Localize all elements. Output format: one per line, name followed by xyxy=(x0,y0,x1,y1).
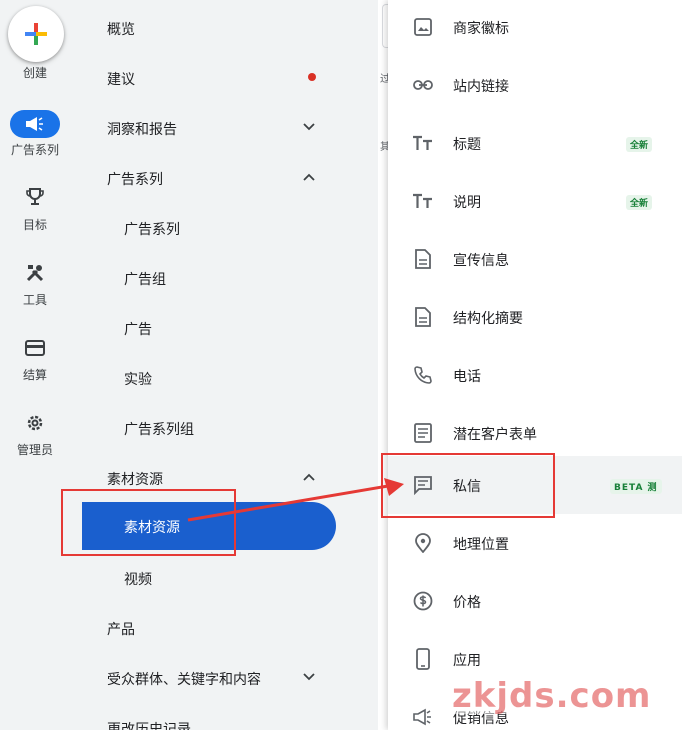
nav-item-campaign-groups[interactable]: 广告系列组 xyxy=(70,402,386,452)
nav-item-label: 广告系列组 xyxy=(124,422,194,438)
menu-item-calls[interactable]: 电话 xyxy=(388,346,682,404)
beta-badge: BETA 测 xyxy=(610,479,662,494)
menu-item-sitelinks[interactable]: 站内链接 xyxy=(388,56,682,114)
megaphone-icon xyxy=(26,117,43,131)
menu-item-label: 电话 xyxy=(453,369,481,385)
menu-item-label: 潜在客户表单 xyxy=(453,427,537,443)
text-icon xyxy=(412,190,434,212)
link-icon xyxy=(412,74,434,96)
nav-item-label: 产品 xyxy=(107,622,135,638)
document-icon xyxy=(412,306,434,328)
promotion-icon xyxy=(412,706,434,728)
nav-item-insights-reports[interactable]: 洞察和报告 xyxy=(70,102,386,152)
nav-item-label: 更改历史记录 xyxy=(107,722,191,730)
rail-item-billing[interactable] xyxy=(22,337,48,359)
nav-item-label: 概览 xyxy=(107,22,135,38)
mobile-icon xyxy=(412,648,434,670)
nav-item-label: 实验 xyxy=(124,372,152,388)
nav-item-videos[interactable]: 视频 xyxy=(70,552,386,602)
nav-item-recommendations[interactable]: 建议 xyxy=(70,52,386,102)
menu-item-label: 地理位置 xyxy=(453,537,509,553)
nav-item-ad-groups[interactable]: 广告组 xyxy=(70,252,386,302)
nav-item-campaigns-group[interactable]: 广告系列 xyxy=(70,152,386,202)
tools-icon xyxy=(26,265,44,282)
rail-label-campaigns: 广告系列 xyxy=(10,143,59,157)
plus-icon xyxy=(25,23,47,45)
trophy-icon xyxy=(26,188,44,205)
nav-item-overview[interactable]: 概览 xyxy=(70,2,386,52)
menu-item-callouts[interactable]: 宣传信息 xyxy=(388,230,682,288)
menu-item-label: 应用 xyxy=(453,653,481,669)
gear-icon xyxy=(27,415,43,431)
nav-item-label: 素材资源 xyxy=(107,472,163,488)
rail-item-admin[interactable] xyxy=(22,412,48,434)
new-badge: 全新 xyxy=(626,137,653,152)
chevron-down-icon xyxy=(303,123,315,131)
chevron-up-icon xyxy=(303,173,315,181)
menu-item-label: 说明 xyxy=(453,195,481,211)
document-icon xyxy=(412,248,434,270)
nav-item-experiments[interactable]: 实验 xyxy=(70,352,386,402)
menu-item-prices[interactable]: 价格 xyxy=(388,572,682,630)
nav-item-products[interactable]: 产品 xyxy=(70,602,386,652)
notification-dot xyxy=(308,73,316,81)
create-label: 创建 xyxy=(22,66,47,80)
watermark: zkjds.com xyxy=(448,676,672,716)
side-navigation: 概览 建议 洞察和报告 广告系列 广告系列 广告组 广告 实验 广告系列组 素材… xyxy=(70,0,386,730)
menu-item-headlines[interactable]: 标题 全新 xyxy=(388,114,682,172)
new-badge: 全新 xyxy=(626,195,653,210)
nav-item-campaigns[interactable]: 广告系列 xyxy=(70,202,386,252)
menu-item-business-logo[interactable]: 商家徽标 xyxy=(388,0,682,56)
card-icon xyxy=(25,340,45,356)
chevron-down-icon xyxy=(303,673,315,681)
menu-item-structured-snippets[interactable]: 结构化摘要 xyxy=(388,288,682,346)
nav-item-ads[interactable]: 广告 xyxy=(70,302,386,352)
rail-item-tools[interactable] xyxy=(22,262,48,284)
rail-label-billing: 结算 xyxy=(22,368,47,382)
nav-item-label: 广告组 xyxy=(124,272,166,288)
location-icon xyxy=(412,532,434,554)
create-button[interactable] xyxy=(8,6,64,62)
menu-item-label: 宣传信息 xyxy=(453,253,509,269)
nav-item-label: 广告 xyxy=(124,322,152,338)
phone-icon xyxy=(412,364,434,386)
text-icon xyxy=(412,132,434,154)
menu-item-label: 商家徽标 xyxy=(453,21,509,37)
rail-label-admin: 管理员 xyxy=(16,443,53,457)
left-rail: 创建 广告系列 目标 工具 结算 管理员 xyxy=(0,0,70,730)
rail-label-goals: 目标 xyxy=(22,218,47,232)
menu-item-label: 标题 xyxy=(453,137,481,153)
main-content-edge xyxy=(378,0,386,730)
rail-item-goals[interactable] xyxy=(22,186,48,208)
menu-item-locations[interactable]: 地理位置 xyxy=(388,514,682,572)
annotation-arrow xyxy=(187,478,404,522)
rail-label-tools: 工具 xyxy=(22,293,47,307)
nav-item-label: 视频 xyxy=(124,572,152,588)
rail-item-campaigns[interactable] xyxy=(10,110,60,138)
asset-type-menu: 商家徽标 站内链接 标题 全新 说明 全新 宣传信息 结构化摘要 电话 潜在客户… xyxy=(388,0,682,730)
form-icon xyxy=(412,422,434,444)
menu-item-descriptions[interactable]: 说明 全新 xyxy=(388,172,682,230)
menu-item-label: 结构化摘要 xyxy=(453,311,523,327)
nav-item-label: 建议 xyxy=(107,72,135,88)
watermark-text: zkjds.com xyxy=(452,676,652,716)
nav-item-label: 广告系列 xyxy=(124,222,180,238)
nav-item-audiences-keywords-content[interactable]: 受众群体、关键字和内容 xyxy=(70,652,386,702)
menu-item-label: 价格 xyxy=(453,595,481,611)
image-icon xyxy=(412,16,434,38)
nav-item-label: 广告系列 xyxy=(107,172,163,188)
nav-item-label: 受众群体、关键字和内容 xyxy=(107,672,261,688)
price-icon xyxy=(412,590,434,612)
nav-item-change-history[interactable]: 更改历史记录 xyxy=(70,702,386,730)
menu-item-label: 站内链接 xyxy=(453,79,509,95)
nav-item-label: 洞察和报告 xyxy=(107,122,177,138)
